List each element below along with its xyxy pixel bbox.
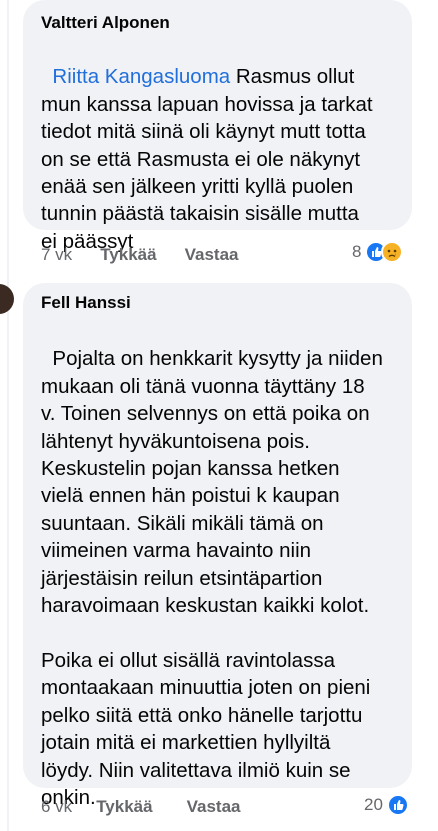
comment-text: Pojalta on henkkarit kysytty ja niiden mu… bbox=[41, 347, 383, 809]
sad-icon bbox=[381, 241, 404, 263]
avatar[interactable] bbox=[0, 284, 14, 314]
comment-actions: 7 vk Tykkää Vastaa bbox=[41, 245, 238, 265]
comment-text: Riitta Kangasluoma Rasmus ollut mun kanss… bbox=[41, 65, 373, 253]
reply-button[interactable]: Vastaa bbox=[187, 797, 241, 817]
comment-timestamp[interactable]: 7 vk bbox=[41, 245, 72, 265]
like-icon bbox=[386, 794, 409, 816]
reaction-count: 8 bbox=[352, 242, 362, 261]
mention-link[interactable]: Riitta Kangasluoma bbox=[52, 65, 230, 88]
comment-actions: 6 vk Tykkää Vastaa bbox=[41, 797, 240, 817]
reaction-count: 20 bbox=[364, 795, 383, 814]
reaction-summary[interactable]: 20 bbox=[364, 794, 409, 816]
reply-button[interactable]: Vastaa bbox=[185, 245, 239, 265]
reaction-summary[interactable]: 8 bbox=[352, 241, 404, 263]
comment-author[interactable]: Valtteri Alponen bbox=[41, 13, 170, 33]
thread-line bbox=[7, 0, 9, 831]
like-button[interactable]: Tykkää bbox=[100, 245, 156, 265]
comment-timestamp[interactable]: 6 vk bbox=[41, 797, 72, 817]
comment-author[interactable]: Fell Hanssi bbox=[41, 293, 131, 313]
like-button[interactable]: Tykkää bbox=[96, 797, 152, 817]
